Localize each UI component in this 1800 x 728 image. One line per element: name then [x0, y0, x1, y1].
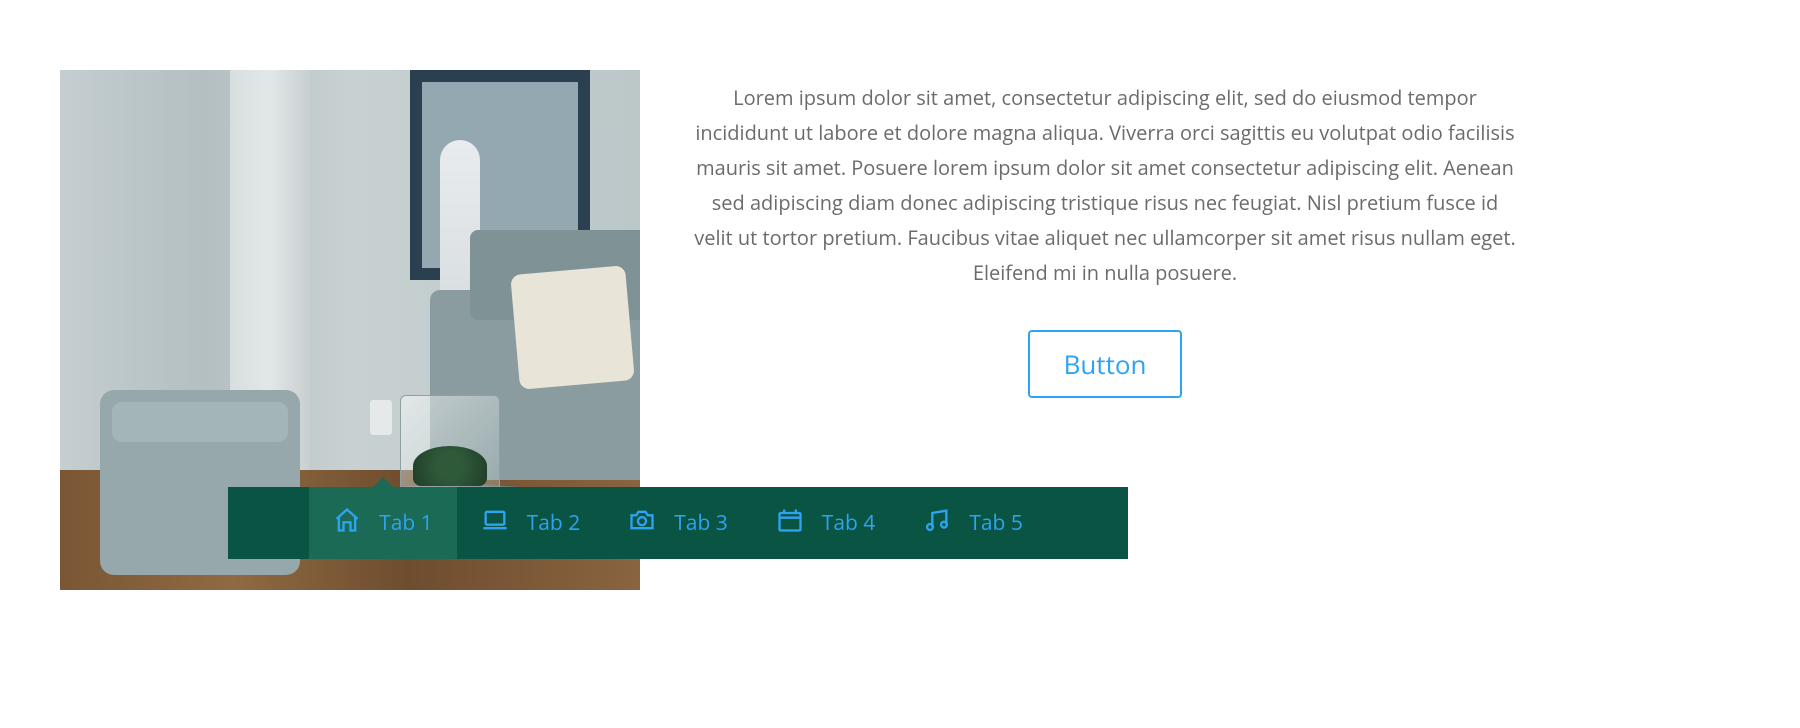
tab-label: Tab 2 — [527, 509, 581, 537]
music-icon — [923, 506, 951, 541]
tab-navigation: Tab 1 Tab 2 Tab 3 Tab 4 Tab 5 — [228, 487, 1128, 559]
camera-icon — [628, 506, 656, 541]
tab-1[interactable]: Tab 1 — [309, 487, 457, 559]
tab-4[interactable]: Tab 4 — [752, 487, 900, 559]
calendar-icon — [776, 506, 804, 541]
tab-3[interactable]: Tab 3 — [604, 487, 752, 559]
body-paragraph: Lorem ipsum dolor sit amet, consectetur … — [690, 80, 1520, 290]
laptop-icon — [481, 506, 509, 541]
cta-button[interactable]: Button — [1028, 330, 1183, 398]
tab-label: Tab 4 — [822, 509, 876, 537]
home-icon — [333, 506, 361, 541]
tab-label: Tab 3 — [674, 509, 728, 537]
tab-label: Tab 5 — [969, 509, 1023, 537]
tab-label: Tab 1 — [379, 509, 433, 537]
tab-2[interactable]: Tab 2 — [457, 487, 605, 559]
tab-5[interactable]: Tab 5 — [899, 487, 1047, 559]
